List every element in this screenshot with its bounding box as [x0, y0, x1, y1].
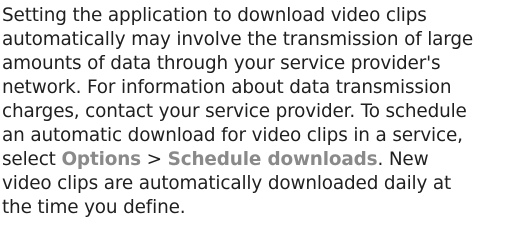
text-line: amounts of data through your service pro…: [2, 53, 441, 74]
text-line: charges, contact your service provider. …: [2, 101, 467, 122]
text-segment: select: [2, 149, 62, 170]
text-line: an automatic download for video clips in…: [2, 125, 463, 146]
text-line: network. For information about data tran…: [2, 77, 452, 98]
text-line: Setting the application to download vide…: [2, 5, 427, 26]
text-line: video clips are automatically downloaded…: [2, 173, 452, 194]
text-line: select Options > Schedule downloads. New: [2, 148, 517, 172]
instruction-paragraph: Setting the application to download vide…: [2, 4, 517, 220]
schedule-downloads-menu-term: Schedule downloads: [167, 149, 378, 170]
text-line: automatically may involve the transmissi…: [2, 29, 474, 50]
options-menu-term: Options: [61, 149, 141, 170]
text-line: the time you define.: [2, 197, 186, 218]
text-segment: . New: [377, 149, 429, 170]
menu-path-separator: >: [140, 149, 168, 170]
